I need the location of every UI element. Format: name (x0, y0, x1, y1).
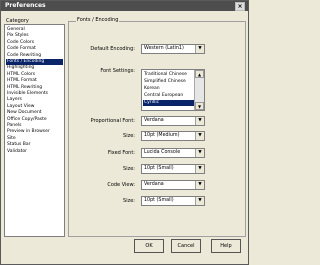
proportional-font-select[interactable]: Verdana ▼ (141, 116, 205, 126)
fixed-size-select[interactable]: 10pt (Small) ▼ (141, 164, 205, 174)
font-settings-item[interactable]: Simplified Chinese (144, 79, 186, 85)
close-icon[interactable]: × (235, 2, 245, 11)
fixed-font-value: Lucida Console (144, 150, 181, 155)
font-settings-scrollbar[interactable]: ▲ ▼ (194, 70, 204, 110)
category-item[interactable]: Code Format (7, 46, 36, 52)
code-view-label: Code View: (107, 182, 135, 188)
category-item[interactable]: Site (7, 136, 16, 142)
font-settings-label: Font Settings: (100, 68, 135, 74)
chevron-down-icon[interactable]: ▼ (195, 45, 204, 53)
category-list[interactable]: General Pix Styles Code Colors Code Format C… (4, 24, 65, 237)
chevron-down-icon[interactable]: ▼ (195, 181, 204, 189)
help-button[interactable]: Help (211, 239, 241, 253)
size-label: Size: (123, 166, 135, 172)
scroll-up-icon[interactable]: ▲ (195, 70, 204, 78)
default-encoding-value: Western (Latin1) (144, 46, 184, 51)
code-view-value: Verdana (144, 182, 164, 187)
category-item[interactable]: New Document (7, 110, 42, 116)
proportional-font-value: Verdana (144, 118, 164, 123)
cancel-button[interactable]: Cancel (171, 239, 201, 253)
font-settings-item[interactable]: Traditional Chinese (144, 72, 187, 78)
proportional-font-label: Proportional Font: (90, 118, 135, 124)
size-label: Size: (123, 133, 135, 139)
category-item[interactable]: HTML Rewriting (7, 85, 42, 91)
fixed-font-label: Fixed Font: (107, 150, 135, 156)
category-item[interactable]: Preview in Browser (7, 129, 50, 135)
window-title: Preferences (5, 2, 46, 9)
chevron-down-icon[interactable]: ▼ (195, 197, 204, 205)
chevron-down-icon[interactable]: ▼ (195, 117, 204, 125)
fixed-size-value: 10pt (Small) (144, 166, 174, 171)
font-settings-item[interactable]: Korean (144, 86, 160, 92)
default-encoding-select[interactable]: Western (Latin1) ▼ (141, 44, 205, 54)
proportional-size-value: 10pt (Medium) (144, 133, 180, 138)
category-item[interactable]: Highlighting (7, 65, 34, 71)
category-item[interactable]: HTML Colors (7, 72, 35, 78)
ok-button[interactable]: OK (134, 239, 164, 253)
font-settings-item[interactable]: Cyrillic (143, 100, 194, 106)
category-item[interactable]: Office Copy/Paste (7, 117, 47, 123)
font-settings-list[interactable]: Cyrillic Central European Korean Simplified… (141, 69, 205, 111)
chevron-down-icon[interactable]: ▼ (195, 132, 204, 140)
category-item[interactable]: Status Bar (7, 142, 30, 148)
scroll-down-icon[interactable]: ▼ (195, 102, 204, 110)
category-item[interactable]: Code Rewriting (7, 53, 41, 59)
category-item[interactable]: Layers (7, 97, 22, 103)
category-item[interactable]: Code Colors (7, 40, 34, 46)
code-view-size-value: 10pt (Small) (144, 198, 174, 203)
fixed-font-select[interactable]: Lucida Console ▼ (141, 148, 205, 158)
panel-title: Fonts / Encoding (76, 17, 120, 23)
code-view-select[interactable]: Verdana ▼ (141, 180, 205, 190)
code-view-size-select[interactable]: 10pt (Small) ▼ (141, 196, 205, 206)
size-label: Size: (123, 198, 135, 204)
font-settings-item[interactable]: Central European (144, 93, 183, 99)
category-item[interactable]: HTML Format (7, 78, 37, 84)
category-item[interactable]: Pix Styles (7, 33, 29, 39)
default-encoding-label: Default Encoding: (90, 46, 135, 52)
title-bar: Preferences × (1, 1, 248, 11)
chevron-down-icon[interactable]: ▼ (195, 149, 204, 157)
chevron-down-icon[interactable]: ▼ (195, 165, 204, 173)
category-item[interactable]: Validator (7, 149, 27, 155)
category-item[interactable]: Layout View (7, 104, 34, 110)
proportional-size-select[interactable]: 10pt (Medium) ▼ (141, 131, 205, 141)
